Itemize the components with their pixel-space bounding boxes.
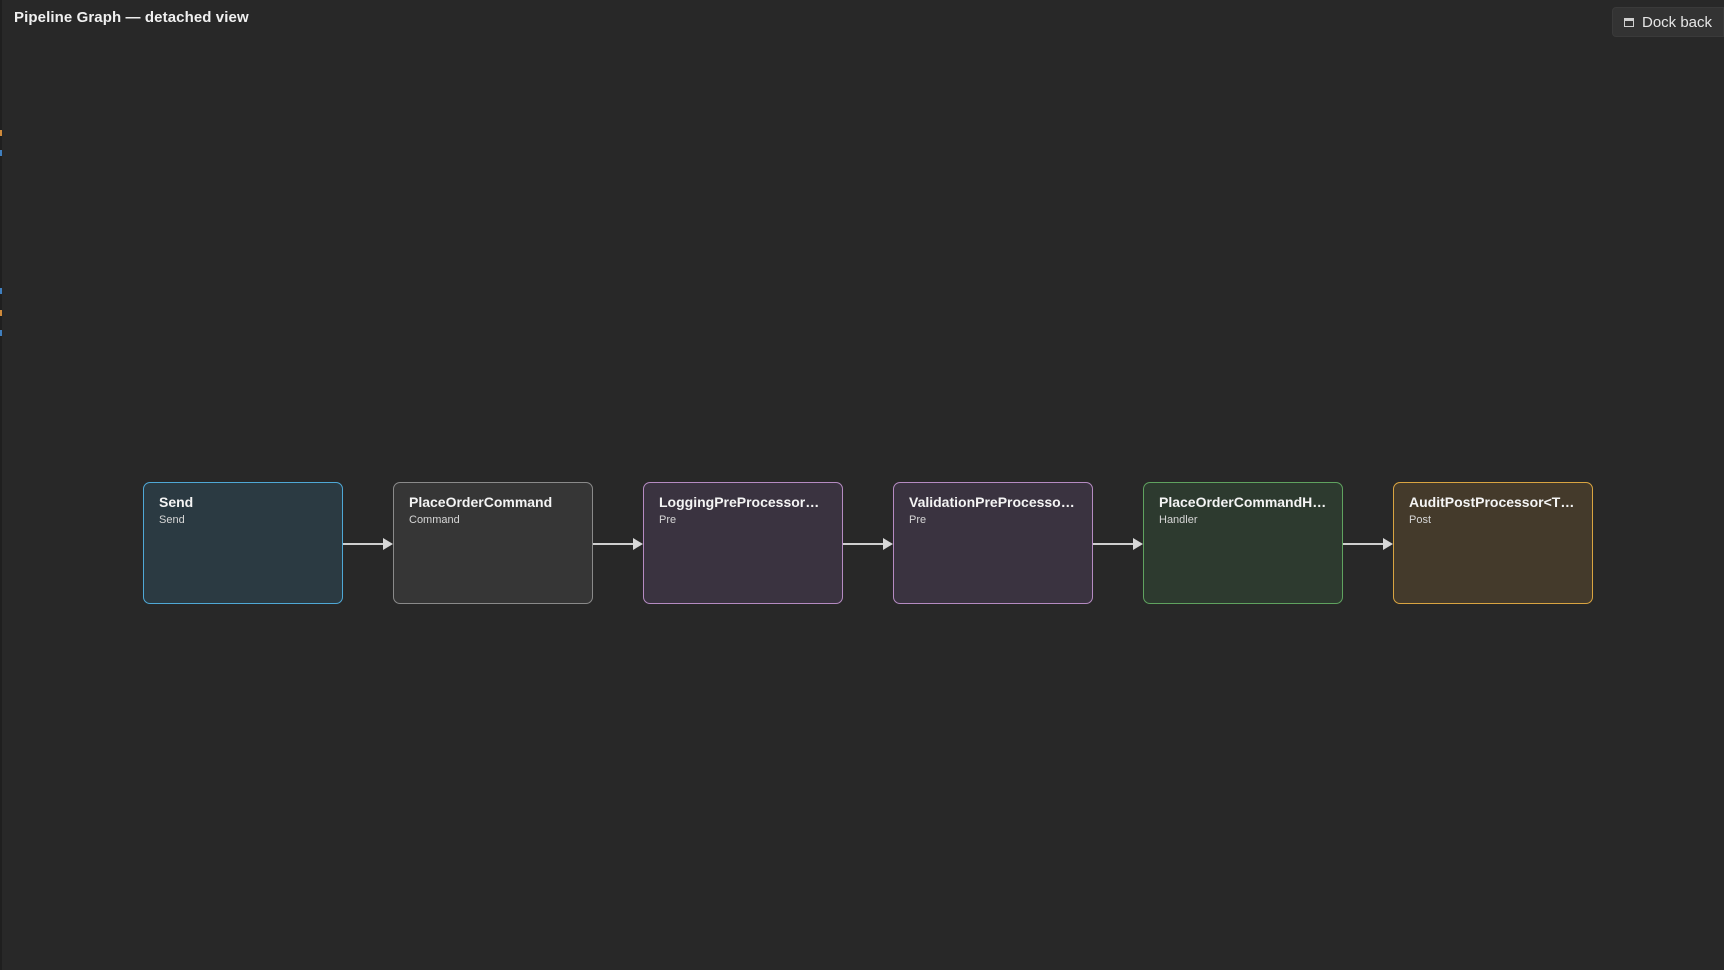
arrowhead-icon — [1383, 538, 1393, 550]
node-title: LoggingPreProcessor<T... — [659, 494, 827, 510]
pipeline-node-post-processor[interactable]: AuditPostProcessor<TRe... Post — [1393, 482, 1593, 604]
pipeline-edge-arrow — [1343, 538, 1393, 550]
arrowhead-icon — [383, 538, 393, 550]
node-kind: Handler — [1159, 514, 1198, 526]
node-title: PlaceOrderCommandHa... — [1159, 494, 1327, 510]
node-title: PlaceOrderCommand — [409, 494, 553, 510]
pipeline-edge-arrow — [1093, 538, 1143, 550]
node-title: AuditPostProcessor<TRe... — [1409, 494, 1577, 510]
pipeline-node-validation-preprocessor[interactable]: ValidationPreProcessor<... Pre — [893, 482, 1093, 604]
node-kind: Post — [1409, 514, 1432, 526]
pipeline-node-logging-preprocessor[interactable]: LoggingPreProcessor<T... Pre — [643, 482, 843, 604]
node-title: ValidationPreProcessor<... — [909, 494, 1077, 510]
pipeline-edge-arrow — [843, 538, 893, 550]
pipeline-graph-canvas[interactable]: Send Send PlaceOrderCommand Command Logg… — [0, 0, 1724, 970]
pipeline-graph-window: Pipeline Graph — detached view Dock back… — [0, 0, 1724, 970]
arrowhead-icon — [633, 538, 643, 550]
arrowhead-icon — [883, 538, 893, 550]
pipeline-node-handler[interactable]: PlaceOrderCommandHa... Handler — [1143, 482, 1343, 604]
node-kind: Pre — [659, 514, 677, 526]
pipeline-node-send[interactable]: Send Send — [143, 482, 343, 604]
pipeline-edge-arrow — [593, 538, 643, 550]
arrowhead-icon — [1133, 538, 1143, 550]
pipeline-edge-arrow — [343, 538, 393, 550]
node-kind: Pre — [909, 514, 927, 526]
node-kind: Command — [409, 514, 460, 526]
node-title: Send — [159, 494, 194, 510]
pipeline-node-command[interactable]: PlaceOrderCommand Command — [393, 482, 593, 604]
node-kind: Send — [159, 514, 185, 526]
